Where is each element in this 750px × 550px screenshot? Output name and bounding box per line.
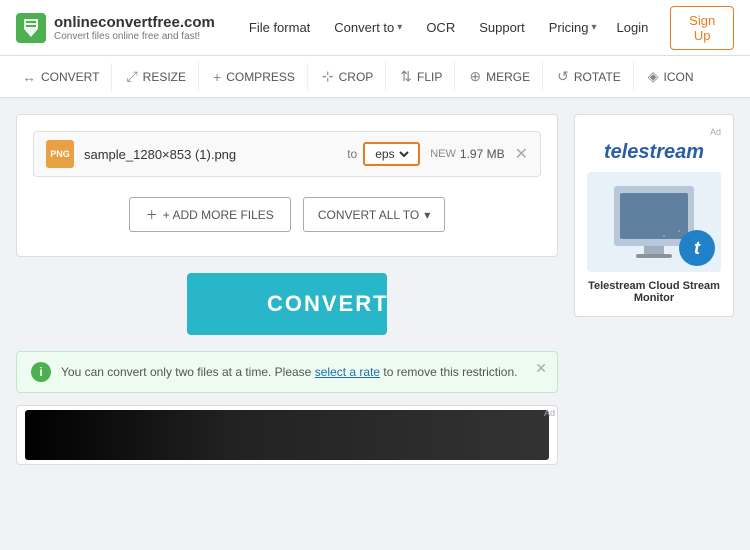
format-selector[interactable]: eps png jpg svg pdf: [363, 142, 420, 166]
left-panel: PNG sample_1280×853 (1).png to eps png j…: [16, 114, 558, 465]
select-rate-link[interactable]: select a rate: [315, 365, 380, 379]
telestream-badge: t: [679, 230, 715, 266]
rotate-icon: ↺: [557, 68, 569, 85]
chevron-down-icon: ▾: [592, 22, 597, 33]
crop-icon: ⊹: [322, 68, 334, 85]
header: onlineconvertfree.com Convert files onli…: [0, 0, 750, 56]
toolbar-rotate[interactable]: ↺ ROTATE: [545, 62, 634, 91]
signup-button[interactable]: Sign Up: [670, 6, 734, 50]
info-icon: i: [31, 362, 51, 382]
file-type-icon: PNG: [46, 140, 74, 168]
toolbar-flip[interactable]: ⇅ FLIP: [388, 62, 455, 91]
ad-indicator: Ad: [587, 127, 721, 137]
toolbar-compress[interactable]: + COMPRESS: [201, 63, 308, 91]
toolbar-icon[interactable]: ◈ ICON: [636, 62, 706, 91]
right-panel: Ad telestream t Telestream Cloud Stream …: [574, 114, 734, 465]
format-select-input[interactable]: eps png jpg svg pdf: [371, 146, 412, 162]
monitor-base: [636, 254, 672, 258]
nav-support[interactable]: Support: [469, 12, 535, 43]
ad-label: Ad: [544, 408, 555, 418]
add-more-files-button[interactable]: ＋ + ADD MORE FILES: [129, 197, 291, 232]
resize-icon: ⤢: [126, 68, 137, 85]
logo[interactable]: onlineconvertfree.com Convert files onli…: [16, 13, 215, 43]
notice-bar: i You can convert only two files at a ti…: [16, 351, 558, 393]
monitor-screen: [620, 193, 688, 239]
convert-button-area: CONVERT: [16, 273, 558, 335]
nav-pricing[interactable]: Pricing▾: [539, 12, 607, 43]
to-label: to: [347, 147, 357, 161]
flip-icon: ⇅: [400, 68, 412, 85]
action-row: ＋ + ADD MORE FILES CONVERT ALL TO ▾: [33, 197, 541, 232]
telestream-logo: telestream: [587, 141, 721, 164]
compress-icon: +: [213, 69, 221, 85]
main-area: PNG sample_1280×853 (1).png to eps png j…: [0, 98, 750, 481]
telestream-visual: t: [587, 172, 721, 272]
toolbar-resize[interactable]: ⤢ RESIZE: [114, 62, 199, 91]
logo-icon: [16, 13, 46, 43]
convert-all-button[interactable]: CONVERT ALL TO ▾: [303, 197, 445, 232]
notice-close-button[interactable]: ✕: [535, 360, 547, 377]
icon-tool-icon: ◈: [648, 68, 659, 85]
login-button[interactable]: Login: [607, 14, 659, 41]
side-ad: Ad telestream t Telestream Cloud Stream …: [574, 114, 734, 317]
file-row: PNG sample_1280×853 (1).png to eps png j…: [33, 131, 541, 177]
nav-file-format[interactable]: File format: [239, 12, 320, 43]
logo-text: onlineconvertfree.com Convert files onli…: [54, 14, 215, 42]
site-name: onlineconvertfree.com: [54, 14, 215, 31]
file-size: 1.97 MB: [460, 147, 505, 161]
monitor-stand: [644, 246, 664, 254]
toolbar: ↔ CONVERT ⤢ RESIZE + COMPRESS ⊹ CROP ⇅ F…: [0, 56, 750, 98]
convert-button[interactable]: CONVERT: [187, 273, 387, 335]
remove-file-button[interactable]: ✕: [515, 144, 528, 164]
main-nav: File format Convert to▾ OCR Support Pric…: [239, 12, 607, 43]
toolbar-convert[interactable]: ↔ CONVERT: [10, 63, 112, 91]
notice-text: You can convert only two files at a time…: [61, 365, 517, 379]
world-map: [620, 193, 688, 239]
nav-ocr[interactable]: OCR: [416, 12, 465, 43]
ad-title: Telestream Cloud Stream Monitor: [587, 280, 721, 304]
convert-icon: ↔: [22, 69, 36, 85]
plus-icon: ＋: [146, 206, 158, 223]
nav-convert-to[interactable]: Convert to▾: [324, 12, 412, 43]
chevron-down-icon: ▾: [424, 208, 430, 222]
toolbar-merge[interactable]: ⊕ MERGE: [457, 62, 543, 91]
site-tagline: Convert files online free and fast!: [54, 31, 215, 42]
ad-content: [25, 410, 549, 460]
merge-icon: ⊕: [469, 68, 481, 85]
new-label: NEW: [430, 148, 456, 160]
toolbar-crop[interactable]: ⊹ CROP: [310, 62, 386, 91]
file-name: sample_1280×853 (1).png: [84, 147, 347, 162]
convert-box: PNG sample_1280×853 (1).png to eps png j…: [16, 114, 558, 257]
bottom-ad: Ad: [16, 405, 558, 465]
chevron-down-icon: ▾: [397, 22, 402, 33]
header-actions: Login Sign Up: [607, 6, 734, 50]
